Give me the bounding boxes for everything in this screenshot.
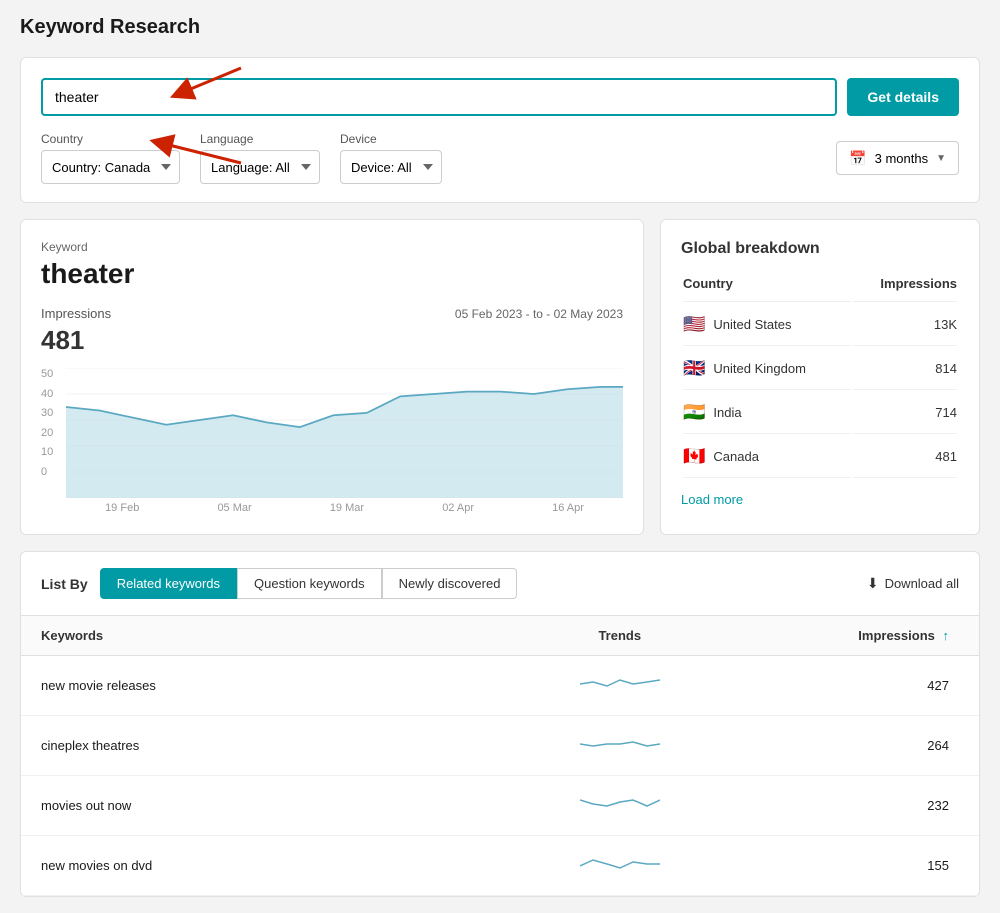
device-label: Device bbox=[340, 132, 442, 146]
download-label: Download all bbox=[885, 576, 959, 591]
download-icon: ⬇ bbox=[867, 575, 879, 592]
table-row: 🇺🇸 United States 13K bbox=[683, 304, 957, 346]
search-row: Get details bbox=[41, 78, 959, 116]
country-name: India bbox=[713, 405, 741, 420]
chart-x-labels: 19 Feb 05 Mar 19 Mar 02 Apr 16 Apr bbox=[41, 502, 623, 514]
table-row: 🇨🇦 Canada 481 bbox=[683, 436, 957, 478]
chart-y-labels: 50 40 30 20 10 0 bbox=[41, 368, 66, 478]
col-country: Country bbox=[683, 276, 851, 302]
country-name: United States bbox=[713, 317, 791, 332]
flag-icon: 🇨🇦 bbox=[683, 446, 705, 467]
filters-row: Country Country: Canada Language Languag… bbox=[41, 132, 959, 184]
sparkline-chart bbox=[580, 670, 660, 698]
keyword-cell: movies out now bbox=[21, 776, 500, 836]
impressions-row: Impressions 05 Feb 2023 - to - 02 May 20… bbox=[41, 306, 623, 321]
col-trends-header: Trends bbox=[500, 616, 740, 656]
download-all-button[interactable]: ⬇ Download all bbox=[867, 575, 959, 592]
keyword-cell: cineplex theatres bbox=[21, 716, 500, 776]
col-impressions: Impressions bbox=[853, 276, 957, 302]
impressions-label: Impressions bbox=[41, 306, 111, 321]
chart-svg bbox=[41, 368, 623, 498]
country-label: Country bbox=[41, 132, 180, 146]
search-input[interactable] bbox=[41, 78, 837, 116]
sort-icon: ↑ bbox=[943, 628, 950, 643]
chevron-down-icon: ▼ bbox=[936, 153, 946, 164]
tab-question-keywords[interactable]: Question keywords bbox=[237, 568, 382, 599]
global-breakdown-table: Country Impressions 🇺🇸 United States 13K… bbox=[681, 274, 959, 480]
keywords-table: Keywords Trends Impressions ↑ new movie … bbox=[21, 616, 979, 896]
impressions-value: 481 bbox=[41, 325, 623, 356]
flag-icon: 🇮🇳 bbox=[683, 402, 705, 423]
impressions-date: 05 Feb 2023 - to - 02 May 2023 bbox=[455, 307, 623, 321]
col-keywords-header: Keywords bbox=[21, 616, 500, 656]
flag-icon: 🇺🇸 bbox=[683, 314, 705, 335]
impression-cell: 264 bbox=[740, 716, 980, 776]
device-select[interactable]: Device: All bbox=[340, 150, 442, 184]
calendar-icon: 📅 bbox=[849, 150, 866, 167]
trend-cell bbox=[500, 776, 740, 836]
language-filter-group: Language Language: All bbox=[200, 132, 320, 184]
country-select[interactable]: Country: Canada bbox=[41, 150, 180, 184]
impressions-value: 481 bbox=[853, 436, 957, 478]
table-row: movies out now 232 bbox=[21, 776, 979, 836]
impressions-chart: 50 40 30 20 10 0 bbox=[41, 368, 623, 498]
table-row: 🇬🇧 United Kingdom 814 bbox=[683, 348, 957, 390]
list-header: List By Related keywords Question keywor… bbox=[21, 552, 979, 616]
keyword-cell: new movies on dvd bbox=[21, 836, 500, 896]
impression-cell: 155 bbox=[740, 836, 980, 896]
tab-newly-discovered[interactable]: Newly discovered bbox=[382, 568, 518, 599]
impression-cell: 232 bbox=[740, 776, 980, 836]
trend-cell bbox=[500, 716, 740, 776]
content-row: Keyword theater Impressions 05 Feb 2023 … bbox=[20, 219, 980, 535]
impressions-value: 814 bbox=[853, 348, 957, 390]
load-more-button[interactable]: Load more bbox=[681, 492, 743, 507]
global-breakdown-title: Global breakdown bbox=[681, 240, 959, 258]
flag-icon: 🇬🇧 bbox=[683, 358, 705, 379]
table-row: 🇮🇳 India 714 bbox=[683, 392, 957, 434]
sparkline-chart bbox=[580, 730, 660, 758]
country-filter-group: Country Country: Canada bbox=[41, 132, 180, 184]
table-row: new movie releases 427 bbox=[21, 656, 979, 716]
tab-related-keywords[interactable]: Related keywords bbox=[100, 568, 237, 599]
trend-cell bbox=[500, 656, 740, 716]
search-card: Get details Country Country: Canada Lang… bbox=[20, 57, 980, 203]
date-filter-button[interactable]: 📅 3 months ▼ bbox=[836, 141, 959, 175]
keyword-cell: new movie releases bbox=[21, 656, 500, 716]
sparkline-chart bbox=[580, 790, 660, 818]
language-label: Language bbox=[200, 132, 320, 146]
country-name: United Kingdom bbox=[713, 361, 806, 376]
impressions-value: 714 bbox=[853, 392, 957, 434]
language-select[interactable]: Language: All bbox=[200, 150, 320, 184]
page-title: Keyword Research bbox=[20, 16, 980, 39]
list-by-label: List By bbox=[41, 576, 88, 592]
impression-cell: 427 bbox=[740, 656, 980, 716]
date-filter-label: 3 months bbox=[875, 151, 928, 166]
tab-group: Related keywords Question keywords Newly… bbox=[100, 568, 518, 599]
country-name: Canada bbox=[713, 449, 759, 464]
table-row: new movies on dvd 155 bbox=[21, 836, 979, 896]
trend-cell bbox=[500, 836, 740, 896]
col-impressions-header: Impressions ↑ bbox=[740, 616, 980, 656]
keyword-card: Keyword theater Impressions 05 Feb 2023 … bbox=[20, 219, 644, 535]
impressions-value: 13K bbox=[853, 304, 957, 346]
keyword-value: theater bbox=[41, 258, 623, 290]
list-by-section: List By Related keywords Question keywor… bbox=[20, 551, 980, 897]
sparkline-chart bbox=[580, 850, 660, 878]
date-filter: 📅 3 months ▼ bbox=[836, 141, 959, 175]
device-filter-group: Device Device: All bbox=[340, 132, 442, 184]
global-breakdown-card: Global breakdown Country Impressions 🇺🇸 … bbox=[660, 219, 980, 535]
table-row: cineplex theatres 264 bbox=[21, 716, 979, 776]
keyword-label: Keyword bbox=[41, 240, 623, 254]
get-details-button[interactable]: Get details bbox=[847, 78, 959, 116]
